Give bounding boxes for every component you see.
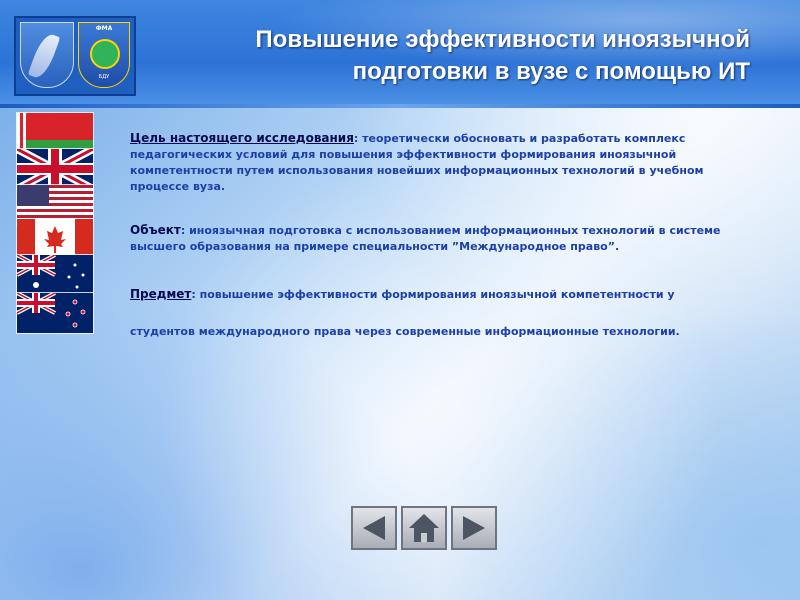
object-text: : иноязычная подготовка с использованием… — [130, 224, 721, 253]
previous-slide-button[interactable] — [351, 506, 397, 550]
faculty-emblem-icon: ФМА БДУ — [78, 22, 130, 88]
australia-flag-icon — [16, 254, 94, 296]
next-slide-button[interactable] — [451, 506, 497, 550]
triangle-right-icon — [463, 516, 485, 540]
globe-icon — [90, 39, 120, 69]
goal-label: Цель настоящего исследования — [130, 131, 354, 145]
title-line-1: Повышение эффективности иноязычной — [255, 26, 750, 53]
home-button[interactable] — [401, 506, 447, 550]
university-logos: ФМА БДУ — [14, 16, 136, 96]
object-label: Объект — [130, 223, 181, 237]
logo-university-abbreviation: БДУ — [98, 74, 110, 80]
subject-text: : повышение эффективности формирования и… — [191, 288, 675, 301]
logo-abbreviation: ФМА — [95, 25, 113, 32]
subject-paragraph-continued: студентов международного права через сов… — [130, 324, 760, 340]
header-divider — [0, 104, 800, 108]
header-banner: ФМА БДУ Повышение эффективности иноязычн… — [0, 0, 800, 104]
object-paragraph: Объект: иноязычная подготовка с использо… — [130, 222, 760, 255]
triangle-left-icon — [363, 516, 385, 540]
new-zealand-flag-icon — [16, 292, 94, 334]
subject-label: Предмет — [130, 287, 192, 301]
subject-text-continued: студентов международного права через сов… — [130, 325, 680, 338]
home-icon — [409, 514, 439, 542]
university-emblem-icon — [20, 22, 74, 88]
feather-icon — [27, 31, 61, 81]
goal-paragraph: Цель настоящего исследования: теоретичес… — [130, 130, 760, 195]
subject-paragraph: Предмет: повышение эффективности формиро… — [130, 286, 760, 303]
page-title: Повышение эффективности иноязычной подго… — [160, 24, 750, 88]
title-line-2: подготовки в вузе с помощью ИТ — [352, 58, 750, 85]
